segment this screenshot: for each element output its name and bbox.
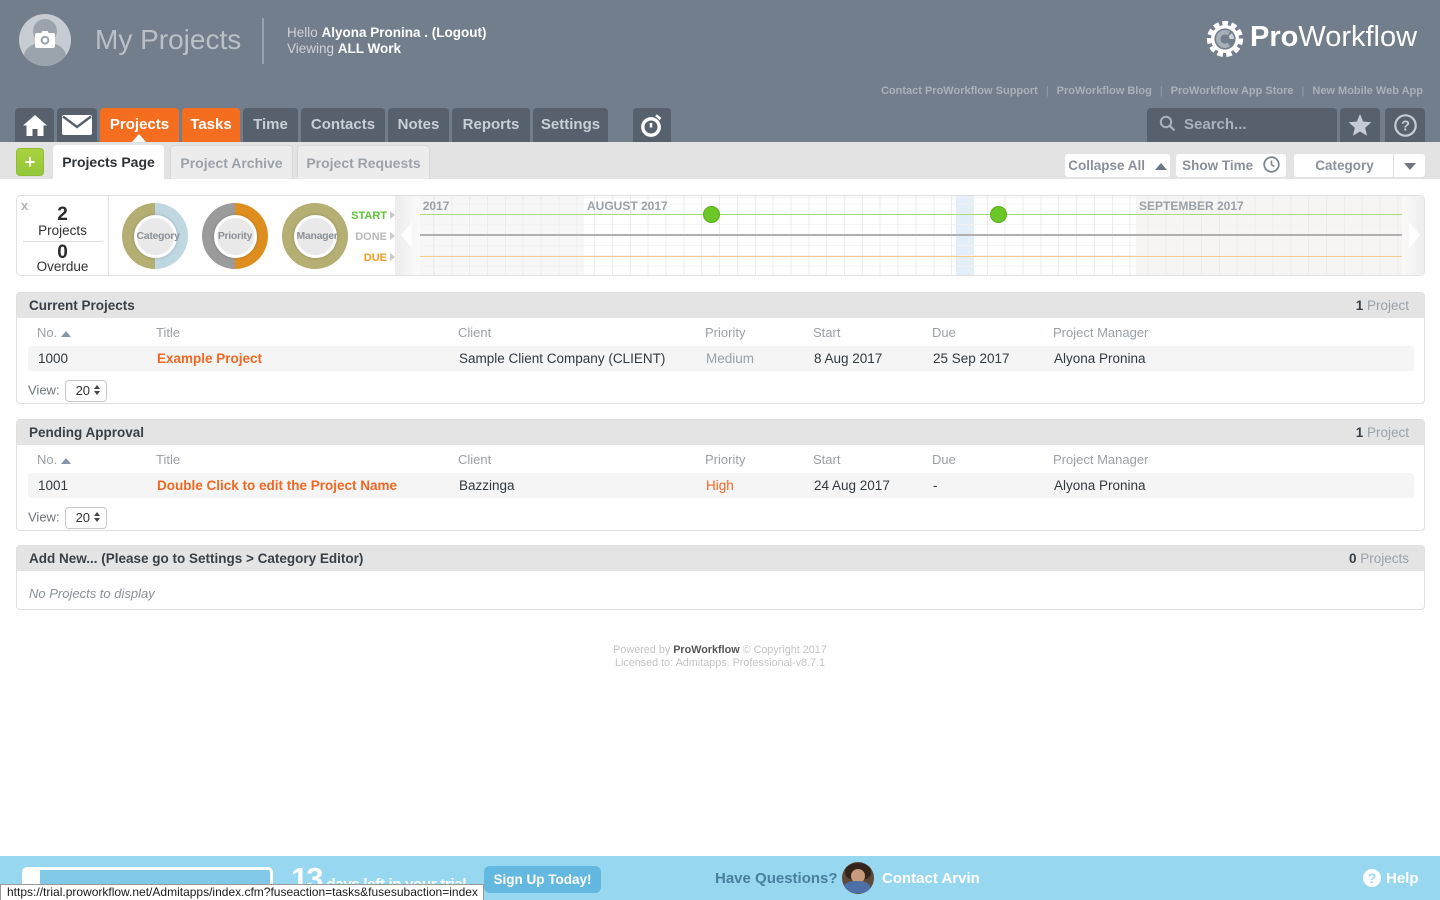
svg-text:?: ? — [1401, 119, 1410, 135]
